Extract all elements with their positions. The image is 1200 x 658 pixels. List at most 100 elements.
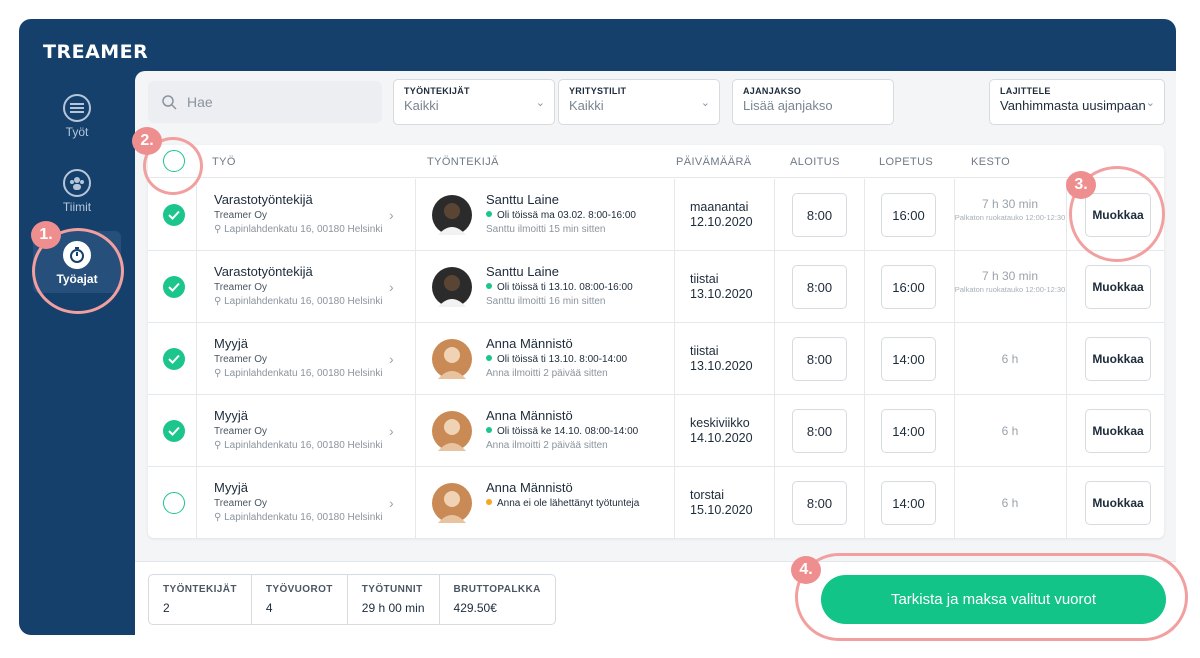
job-cell[interactable]: Varastotyöntekijä Treamer Oy ⚲ Lapinlahd… <box>214 192 414 235</box>
row-checkbox[interactable] <box>163 420 185 442</box>
nav-label: Tiimit <box>62 200 92 214</box>
chevron-right-icon[interactable]: › <box>389 207 394 223</box>
search-input[interactable]: Hae <box>148 81 382 123</box>
filter-label: LAJITTELE <box>1000 86 1051 96</box>
date: 13.10.2020 <box>690 287 753 301</box>
row-checkbox[interactable] <box>163 348 185 370</box>
row-checkbox[interactable] <box>163 492 185 514</box>
nav-item-tyot[interactable]: Työt <box>33 94 121 148</box>
stat-shifts: TYÖVUOROT 4 <box>252 575 348 624</box>
row-checkbox[interactable] <box>163 276 185 298</box>
employee-cell: Anna Männistö Oli töissä ti 13.10. 8:00-… <box>486 336 666 379</box>
search-icon <box>162 94 177 110</box>
summary-stats: TYÖNTEKIJÄT 2 TYÖVUOROT 4 TYÖTUNNIT 29 h… <box>148 574 556 625</box>
work-status: Oli töissä ma 03.02. 8:00-16:00 <box>486 210 666 221</box>
chevron-down-icon: ⌄ <box>535 97 545 109</box>
job-address-text: Lapinlahdenkatu 16, 00180 Helsinki <box>224 440 383 451</box>
shifts-table: TYÖ TYÖNTEKIJÄ PÄIVÄMÄÄRÄ ALOITUS LOPETU… <box>148 145 1164 538</box>
edit-button[interactable]: Muokkaa <box>1085 481 1151 525</box>
end-time-input[interactable]: 16:00 <box>881 265 936 309</box>
nav-label: Työt <box>65 125 89 139</box>
job-address-text: Lapinlahdenkatu 16, 00180 Helsinki <box>224 224 383 235</box>
reported-time: Santtu ilmoitti 16 min sitten <box>486 296 606 307</box>
chevron-right-icon[interactable]: › <box>389 423 394 439</box>
start-time-input[interactable]: 8:00 <box>792 481 847 525</box>
start-time-input[interactable]: 8:00 <box>792 337 847 381</box>
table-row[interactable]: Myyjä Treamer Oy ⚲ Lapinlahdenkatu 16, 0… <box>148 467 1164 538</box>
job-title: Myyjä <box>214 336 248 351</box>
stat-label: TYÖNTEKIJÄT <box>163 584 237 595</box>
table-row[interactable]: Varastotyöntekijä Treamer Oy ⚲ Lapinlahd… <box>148 251 1164 323</box>
employee-name: Anna Männistö <box>486 336 573 351</box>
job-cell[interactable]: Myyjä Treamer Oy ⚲ Lapinlahdenkatu 16, 0… <box>214 336 414 379</box>
select-all-checkbox[interactable] <box>163 150 185 172</box>
work-status: Oli töissä ti 13.10. 08:00-16:00 <box>486 282 666 293</box>
duration-cell: 7 h 30 min Palkaton ruokatauko 12:00-12:… <box>954 269 1066 294</box>
filter-period[interactable]: AJANJAKSO Lisää ajanjakso <box>732 79 894 125</box>
table-header: TYÖ TYÖNTEKIJÄ PÄIVÄMÄÄRÄ ALOITUS LOPETU… <box>148 145 1164 178</box>
table-row[interactable]: Varastotyöntekijä Treamer Oy ⚲ Lapinlahd… <box>148 179 1164 251</box>
stat-value: 29 h 00 min <box>361 601 425 615</box>
row-checkbox[interactable] <box>163 204 185 226</box>
end-time-input[interactable]: 16:00 <box>881 193 936 237</box>
duration: 6 h <box>1001 352 1019 366</box>
stat-value: 4 <box>265 601 273 615</box>
start-time-input[interactable]: 8:00 <box>792 265 847 309</box>
pay-selected-shifts-button[interactable]: Tarkista ja maksa valitut vuorot <box>821 575 1166 624</box>
job-cell[interactable]: Varastotyöntekijä Treamer Oy ⚲ Lapinlahd… <box>214 264 414 307</box>
reported-time: Anna ilmoitti 2 päivää sitten <box>486 440 608 451</box>
chevron-right-icon[interactable]: › <box>389 495 394 511</box>
job-company: Treamer Oy <box>214 210 267 221</box>
work-status-text: Anna ei ole lähettänyt työtunteja <box>497 498 640 509</box>
stat-label: TYÖTUNNIT <box>361 584 423 595</box>
app-window: TREAMER Työt Tiimit Työajat Hae TYÖNTEKI… <box>19 19 1176 635</box>
stopwatch-icon <box>63 241 91 269</box>
avatar <box>432 339 472 379</box>
main-panel: Hae TYÖNTEKIJÄT Kaikki ⌄ YRITYSTILIT Kai… <box>135 71 1176 635</box>
stat-value: 2 <box>163 601 170 615</box>
edit-button[interactable]: Muokkaa <box>1085 337 1151 381</box>
employee-name: Anna Männistö <box>486 408 573 423</box>
filter-employees[interactable]: TYÖNTEKIJÄT Kaikki ⌄ <box>393 79 555 125</box>
end-time-input[interactable]: 14:00 <box>881 337 936 381</box>
end-time-input[interactable]: 14:00 <box>881 409 936 453</box>
avatar <box>432 195 472 235</box>
start-time-input[interactable]: 8:00 <box>792 193 847 237</box>
job-title: Myyjä <box>214 408 248 423</box>
edit-button[interactable]: Muokkaa <box>1085 265 1151 309</box>
location-pin-icon: ⚲ <box>214 296 225 307</box>
job-cell[interactable]: Myyjä Treamer Oy ⚲ Lapinlahdenkatu 16, 0… <box>214 480 414 523</box>
job-address-text: Lapinlahdenkatu 16, 00180 Helsinki <box>224 512 383 523</box>
job-company: Treamer Oy <box>214 354 267 365</box>
duration-cell: 6 h <box>954 352 1066 366</box>
job-address-text: Lapinlahdenkatu 16, 00180 Helsinki <box>224 368 383 379</box>
work-status-text: Oli töissä ke 14.10. 08:00-14:00 <box>497 426 639 437</box>
date: 15.10.2020 <box>690 503 753 517</box>
job-title: Myyjä <box>214 480 248 495</box>
date-cell: torstai 15.10.2020 <box>690 488 753 518</box>
edit-button[interactable]: Muokkaa <box>1085 409 1151 453</box>
table-row[interactable]: Myyjä Treamer Oy ⚲ Lapinlahdenkatu 16, 0… <box>148 323 1164 395</box>
filter-value: Kaikki <box>404 98 439 113</box>
nav-item-tiimit[interactable]: Tiimit <box>33 169 121 223</box>
work-status-text: Oli töissä ti 13.10. 8:00-14:00 <box>497 354 628 365</box>
filter-sort[interactable]: LAJITTELE Vanhimmasta uusimpaan ⌄ <box>989 79 1165 125</box>
filter-company-accounts[interactable]: YRITYSTILIT Kaikki ⌄ <box>558 79 720 125</box>
filter-value: Kaikki <box>569 98 604 113</box>
location-pin-icon: ⚲ <box>214 440 225 451</box>
summary-footer: TYÖNTEKIJÄT 2 TYÖVUOROT 4 TYÖTUNNIT 29 h… <box>135 561 1176 635</box>
chevron-right-icon[interactable]: › <box>389 351 394 367</box>
start-time-input[interactable]: 8:00 <box>792 409 847 453</box>
table-row[interactable]: Myyjä Treamer Oy ⚲ Lapinlahdenkatu 16, 0… <box>148 395 1164 467</box>
chevron-right-icon[interactable]: › <box>389 279 394 295</box>
work-status: Anna ei ole lähettänyt työtunteja <box>486 498 666 509</box>
status-dot-icon <box>486 427 492 433</box>
checkmark-icon <box>168 426 180 436</box>
annotation-badge-4: 4. <box>791 556 821 584</box>
filter-label: TYÖNTEKIJÄT <box>404 86 470 96</box>
stat-value: 429.50€ <box>453 601 497 615</box>
edit-button[interactable]: Muokkaa <box>1085 193 1151 237</box>
end-time-input[interactable]: 14:00 <box>881 481 936 525</box>
job-title: Varastotyöntekijä <box>214 192 313 207</box>
job-cell[interactable]: Myyjä Treamer Oy ⚲ Lapinlahdenkatu 16, 0… <box>214 408 414 451</box>
